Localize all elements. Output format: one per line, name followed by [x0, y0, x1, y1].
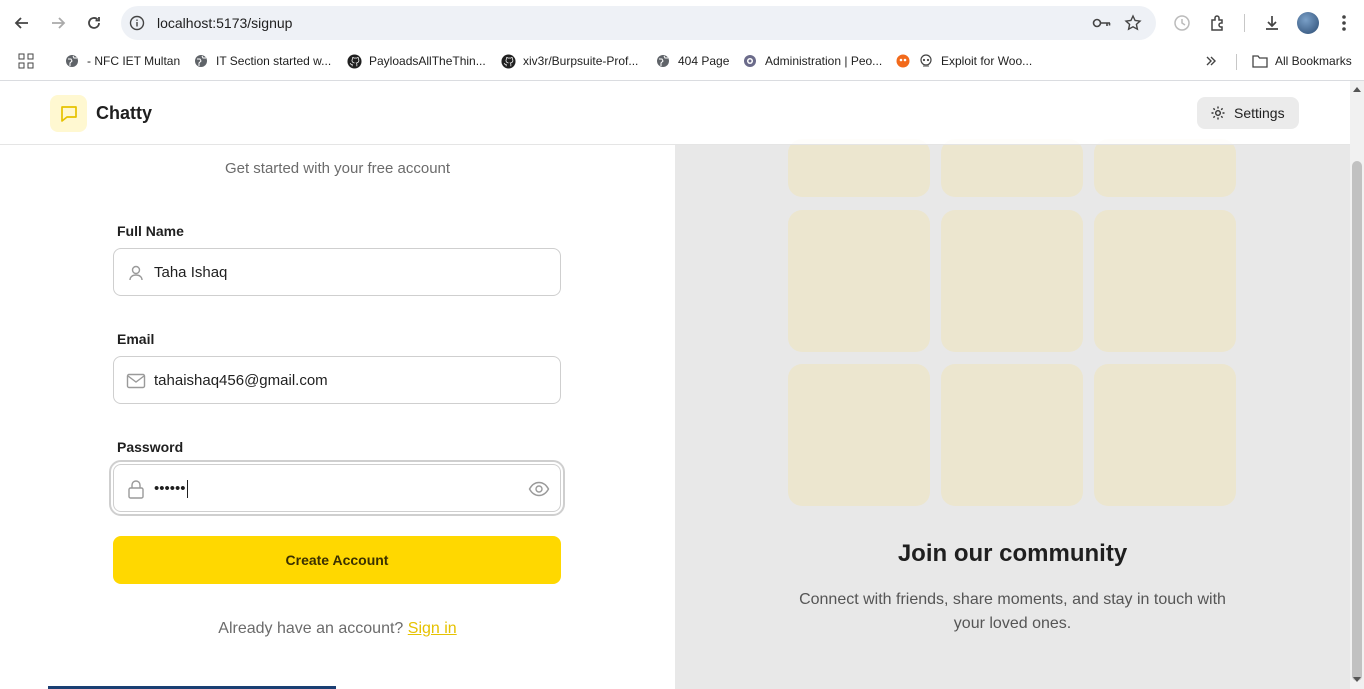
bookmark-star-icon[interactable]: [1124, 14, 1142, 37]
full-name-label: Full Name: [117, 223, 184, 239]
community-panel: Join our community Connect with friends,…: [675, 139, 1350, 689]
skull-icon: [918, 53, 934, 69]
email-value: tahaishaq456@gmail.com: [154, 372, 328, 389]
create-account-button[interactable]: Create Account: [113, 536, 561, 584]
pattern-tile: [788, 210, 930, 352]
profile-avatar[interactable]: [1297, 12, 1319, 34]
password-label: Password: [117, 439, 184, 455]
community-subtitle: Connect with friends, share moments, and…: [799, 591, 1226, 632]
email-label: Email: [117, 331, 155, 347]
pattern-tile: [788, 139, 930, 197]
folder-icon: [1252, 53, 1268, 69]
bookmark-item[interactable]: PayloadsAllTheThin...: [346, 52, 486, 70]
browser-toolbar: localhost:5173/signup: [0, 0, 1364, 46]
password-field[interactable]: ••••••: [109, 460, 565, 516]
signup-subtitle: Get started with your free account: [224, 160, 451, 177]
full-name-value: Taha Ishaq: [154, 264, 228, 281]
email-field[interactable]: tahaishaq456@gmail.com: [113, 356, 561, 404]
toolbar-separator: [1244, 14, 1245, 32]
scrollbar-thumb[interactable]: [1352, 161, 1362, 681]
extensions-puzzle-icon[interactable]: [1206, 11, 1230, 35]
site-info-icon[interactable]: [129, 15, 145, 31]
pattern-tile: [941, 139, 1083, 197]
url-text: localhost:5173/signup: [157, 15, 293, 31]
have-account-text: Already have an account?: [218, 620, 404, 637]
forward-icon[interactable]: [46, 11, 70, 35]
bookmark-item[interactable]: xiv3r/Burpsuite-Prof...: [500, 52, 638, 70]
more-bookmarks-chevron-icon[interactable]: [1204, 52, 1218, 70]
lock-icon: [126, 479, 146, 499]
back-icon[interactable]: [10, 11, 34, 35]
user-icon: [126, 263, 146, 283]
text-caret: [186, 480, 188, 499]
password-key-icon[interactable]: [1092, 15, 1112, 36]
bookmark-item[interactable]: - NFC IET Multan: [64, 52, 180, 70]
apps-grid-icon[interactable]: [18, 52, 34, 70]
fire-skull-icon: [895, 53, 911, 69]
signup-panel: Get started with your free account Full …: [0, 145, 675, 689]
download-icon[interactable]: [1260, 11, 1284, 35]
show-password-eye-icon[interactable]: [528, 479, 550, 499]
pattern-tile: [788, 364, 930, 506]
pattern-tile: [1094, 139, 1236, 197]
mail-icon: [126, 371, 146, 391]
globe-icon: [655, 53, 671, 69]
pattern-tile: [1094, 364, 1236, 506]
pattern-tile: [941, 364, 1083, 506]
bookmark-item[interactable]: IT Section started w...: [193, 52, 331, 70]
globe-icon: [193, 53, 209, 69]
github-icon: [346, 53, 362, 69]
app-header: Chatty Settings: [0, 81, 1350, 145]
community-title: Join our community: [897, 540, 1128, 567]
bookmarks-separator: [1236, 54, 1237, 70]
address-bar[interactable]: localhost:5173/signup: [121, 6, 1156, 40]
bookmark-item[interactable]: 404 Page: [655, 52, 729, 70]
pattern-tile: [941, 210, 1083, 352]
bookmark-item[interactable]: Administration | Peo...: [742, 52, 882, 70]
bookmarks-bar: - NFC IET Multan IT Section started w...…: [0, 46, 1364, 76]
chat-logo-icon[interactable]: [50, 95, 87, 132]
all-bookmarks-button[interactable]: All Bookmarks: [1252, 52, 1352, 70]
full-name-field[interactable]: Taha Ishaq: [113, 248, 561, 296]
password-value: ••••••: [154, 480, 188, 499]
reload-icon[interactable]: [82, 11, 106, 35]
scroll-up-arrow-icon[interactable]: [1353, 87, 1361, 92]
github-icon: [500, 53, 516, 69]
page-scrollbar[interactable]: [1350, 81, 1364, 689]
site-icon: [742, 53, 758, 69]
more-menu-icon[interactable]: [1332, 11, 1356, 35]
extension-timer-icon[interactable]: [1170, 11, 1194, 35]
settings-label: Settings: [1234, 105, 1285, 121]
app-page: Get started with your free account Full …: [0, 81, 1350, 689]
signin-prompt: Already have an account? Sign in: [0, 620, 675, 638]
sign-in-link[interactable]: Sign in: [408, 620, 457, 637]
gear-icon: [1210, 105, 1226, 121]
brand-name[interactable]: Chatty: [96, 103, 152, 124]
bookmark-item[interactable]: Exploit for Woo...: [895, 52, 1032, 70]
pattern-tile: [1094, 210, 1236, 352]
globe-icon: [64, 53, 80, 69]
settings-button[interactable]: Settings: [1197, 97, 1299, 129]
scroll-down-arrow-icon[interactable]: [1353, 677, 1361, 682]
